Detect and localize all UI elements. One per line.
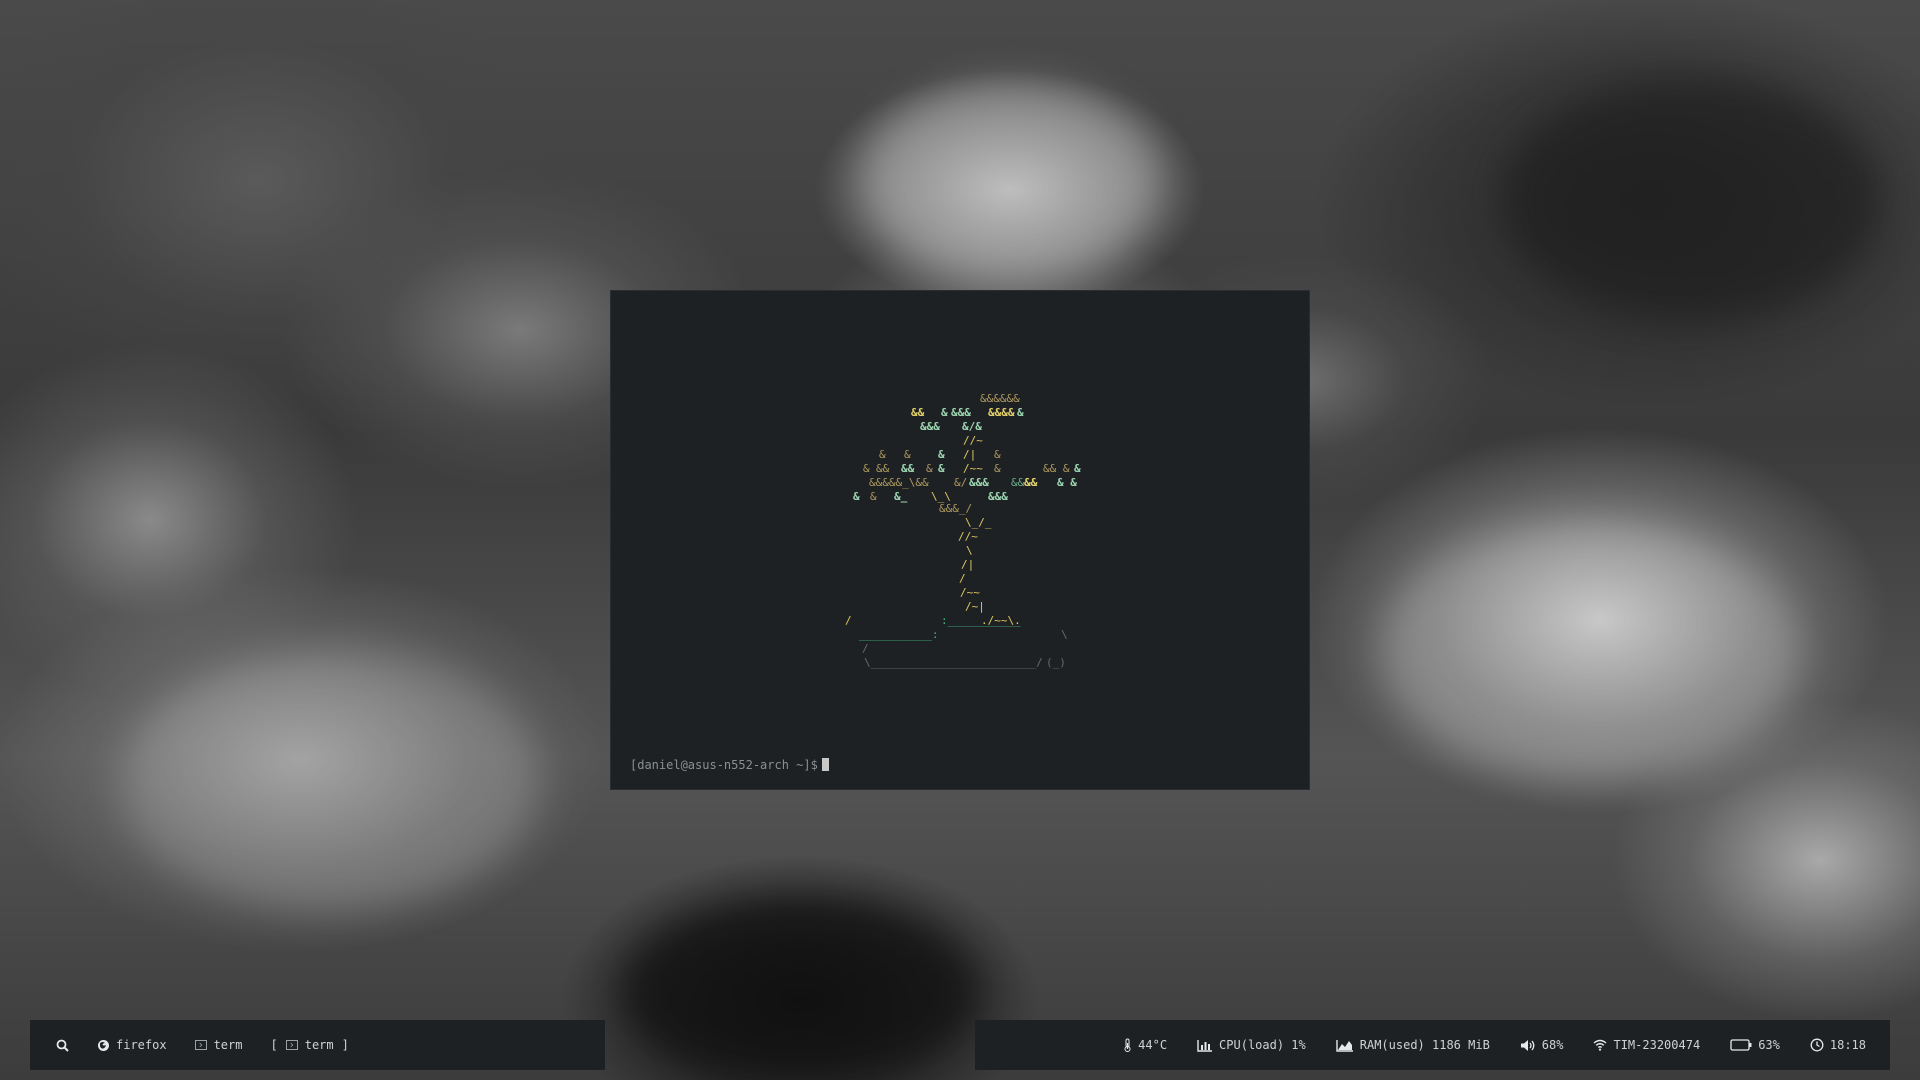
wifi-icon <box>1594 1039 1607 1051</box>
terminal-icon <box>285 1040 298 1050</box>
bonsai-glyph: ./~~\. <box>981 614 1021 627</box>
bonsai-glyph: &&&&&& <box>980 392 1020 405</box>
bonsai-glyph: //~ <box>958 530 978 543</box>
volume-value: 68% <box>1541 1038 1564 1052</box>
cloud-decoration <box>1500 80 1880 320</box>
bonsai-glyph: /| <box>961 558 975 571</box>
desktop-wallpaper: &&&&&& && & &&& &&&& & &&& &/&//~ & & &/| & & && && & & /… <box>0 0 1920 1080</box>
area-chart-icon <box>1336 1039 1353 1052</box>
battery-widget[interactable]: 63% <box>1730 1038 1780 1052</box>
bonsai-glyph: && & <box>1043 462 1070 475</box>
bonsai-glyph: &&& <box>920 420 940 433</box>
taskbar-item-term-active[interactable]: [ term ] <box>270 1038 348 1052</box>
taskbar-item-firefox[interactable]: firefox <box>97 1038 167 1052</box>
bonsai-glyph: && <box>901 462 915 475</box>
text-cursor <box>821 758 829 771</box>
bonsai-glyph: & <box>994 448 1001 461</box>
taskbar-item-label: term <box>213 1038 243 1052</box>
cpu-widget[interactable]: CPU(load) 1% <box>1197 1038 1306 1052</box>
bonsai-glyph: \_/_ <box>965 516 992 529</box>
bonsai-glyph: \ <box>1061 628 1068 641</box>
terminal-window[interactable]: &&&&&& && & &&& &&&& & &&& &/&//~ & & &/| & & && && & & /… <box>610 290 1310 790</box>
bonsai-glyph: & <box>879 448 886 461</box>
ram-value: RAM(used) 1186 MiB <box>1359 1038 1490 1052</box>
taskbar-item-label: term <box>304 1038 334 1052</box>
bonsai-glyph: & <box>863 462 870 475</box>
bonsai-glyph: &_ <box>894 490 908 503</box>
volume-widget[interactable]: 68% <box>1520 1038 1564 1052</box>
bonsai-ascii-art: &&&&&& && & &&& &&&& & &&& &/&//~ & & &/| & & && && & & /… <box>611 291 1311 791</box>
bonsai-glyph: /~~ <box>960 586 980 599</box>
bar-chart-icon <box>1197 1039 1213 1052</box>
prompt-text: [daniel@asus-n552-arch ~]$ <box>630 758 818 772</box>
bonsai-glyph: //~ <box>963 434 983 447</box>
cloud-decoration <box>860 80 1160 280</box>
bonsai-glyph: &&&& <box>988 406 1015 419</box>
bonsai-glyph: & <box>926 462 933 475</box>
bonsai-glyph: &/& <box>962 420 982 433</box>
bonsai-glyph: / <box>862 642 869 655</box>
bonsai-glyph: &&& <box>969 476 989 489</box>
bonsai-glyph: & <box>904 448 911 461</box>
temperature-widget[interactable]: 44°C <box>1123 1038 1167 1052</box>
bonsai-glyph: & <box>1017 406 1024 419</box>
search-icon <box>56 1039 69 1052</box>
bonsai-glyph: && <box>1024 476 1038 489</box>
terminal-icon <box>194 1040 207 1050</box>
bonsai-glyph: && <box>876 462 890 475</box>
bonsai-glyph: /~~ <box>963 462 983 475</box>
bonsai-glyph: &/ <box>954 476 968 489</box>
ram-widget[interactable]: RAM(used) 1186 MiB <box>1336 1038 1490 1052</box>
bonsai-glyph: && <box>911 406 925 419</box>
bonsai-glyph: & <box>853 490 860 503</box>
cloud-decoration <box>120 650 540 910</box>
clock-value: 18:18 <box>1829 1038 1866 1052</box>
taskbar-item-term[interactable]: term <box>194 1038 243 1052</box>
bonsai-glyph: & <box>1074 462 1081 475</box>
right-status-bar: 44°C CPU(load) 1% RAM(used) 1186 MiB 68%… <box>975 1020 1890 1070</box>
bonsai-glyph: / <box>959 572 966 585</box>
bonsai-glyph: &&&_/ <box>939 502 973 515</box>
bonsai-glyph: / <box>845 614 852 627</box>
terminal-prompt[interactable]: [daniel@asus-n552-arch ~]$ <box>630 758 829 772</box>
bonsai-glyph: /~| <box>965 600 985 613</box>
battery-icon <box>1730 1039 1752 1051</box>
thermometer-icon <box>1124 1038 1131 1052</box>
left-taskbar: firefox term [ term ] <box>30 1020 605 1070</box>
bonsai-glyph: /| <box>963 448 977 461</box>
bonsai-glyph: \_\ <box>931 490 951 503</box>
clock-widget[interactable]: 18:18 <box>1810 1038 1866 1052</box>
bonsai-glyph: & & <box>1057 476 1077 489</box>
volume-icon <box>1520 1039 1535 1051</box>
bonsai-glyph: &&&&&_\&& <box>869 476 929 489</box>
bonsai-glyph: & <box>870 490 877 503</box>
search-button[interactable] <box>56 1039 69 1052</box>
bonsai-glyph: (_) <box>1046 656 1066 669</box>
cpu-value: CPU(load) 1% <box>1219 1038 1306 1052</box>
temperature-value: 44°C <box>1138 1038 1168 1052</box>
active-bracket-open: [ <box>270 1038 278 1052</box>
bonsai-glyph: ___________: <box>859 628 939 641</box>
clock-icon <box>1810 1038 1824 1052</box>
wifi-widget[interactable]: TIM-23200474 <box>1593 1038 1700 1052</box>
bonsai-glyph: &&& <box>988 490 1008 503</box>
bonsai-glyph: & <box>941 406 948 419</box>
bonsai-glyph: & <box>994 462 1001 475</box>
taskbar-item-label: firefox <box>116 1038 167 1052</box>
firefox-icon <box>98 1039 109 1051</box>
bonsai-glyph: \_________________________/ <box>864 656 1043 669</box>
bonsai-glyph: & <box>938 462 945 475</box>
bonsai-glyph: \ <box>966 544 973 557</box>
bonsai-glyph: & <box>938 448 945 461</box>
active-bracket-close: ] <box>341 1038 349 1052</box>
cloud-decoration <box>620 900 980 1080</box>
wifi-network-name: TIM-23200474 <box>1613 1038 1701 1052</box>
bonsai-glyph: &&& <box>951 406 971 419</box>
cloud-decoration <box>1380 520 1800 780</box>
battery-value: 63% <box>1758 1038 1780 1052</box>
